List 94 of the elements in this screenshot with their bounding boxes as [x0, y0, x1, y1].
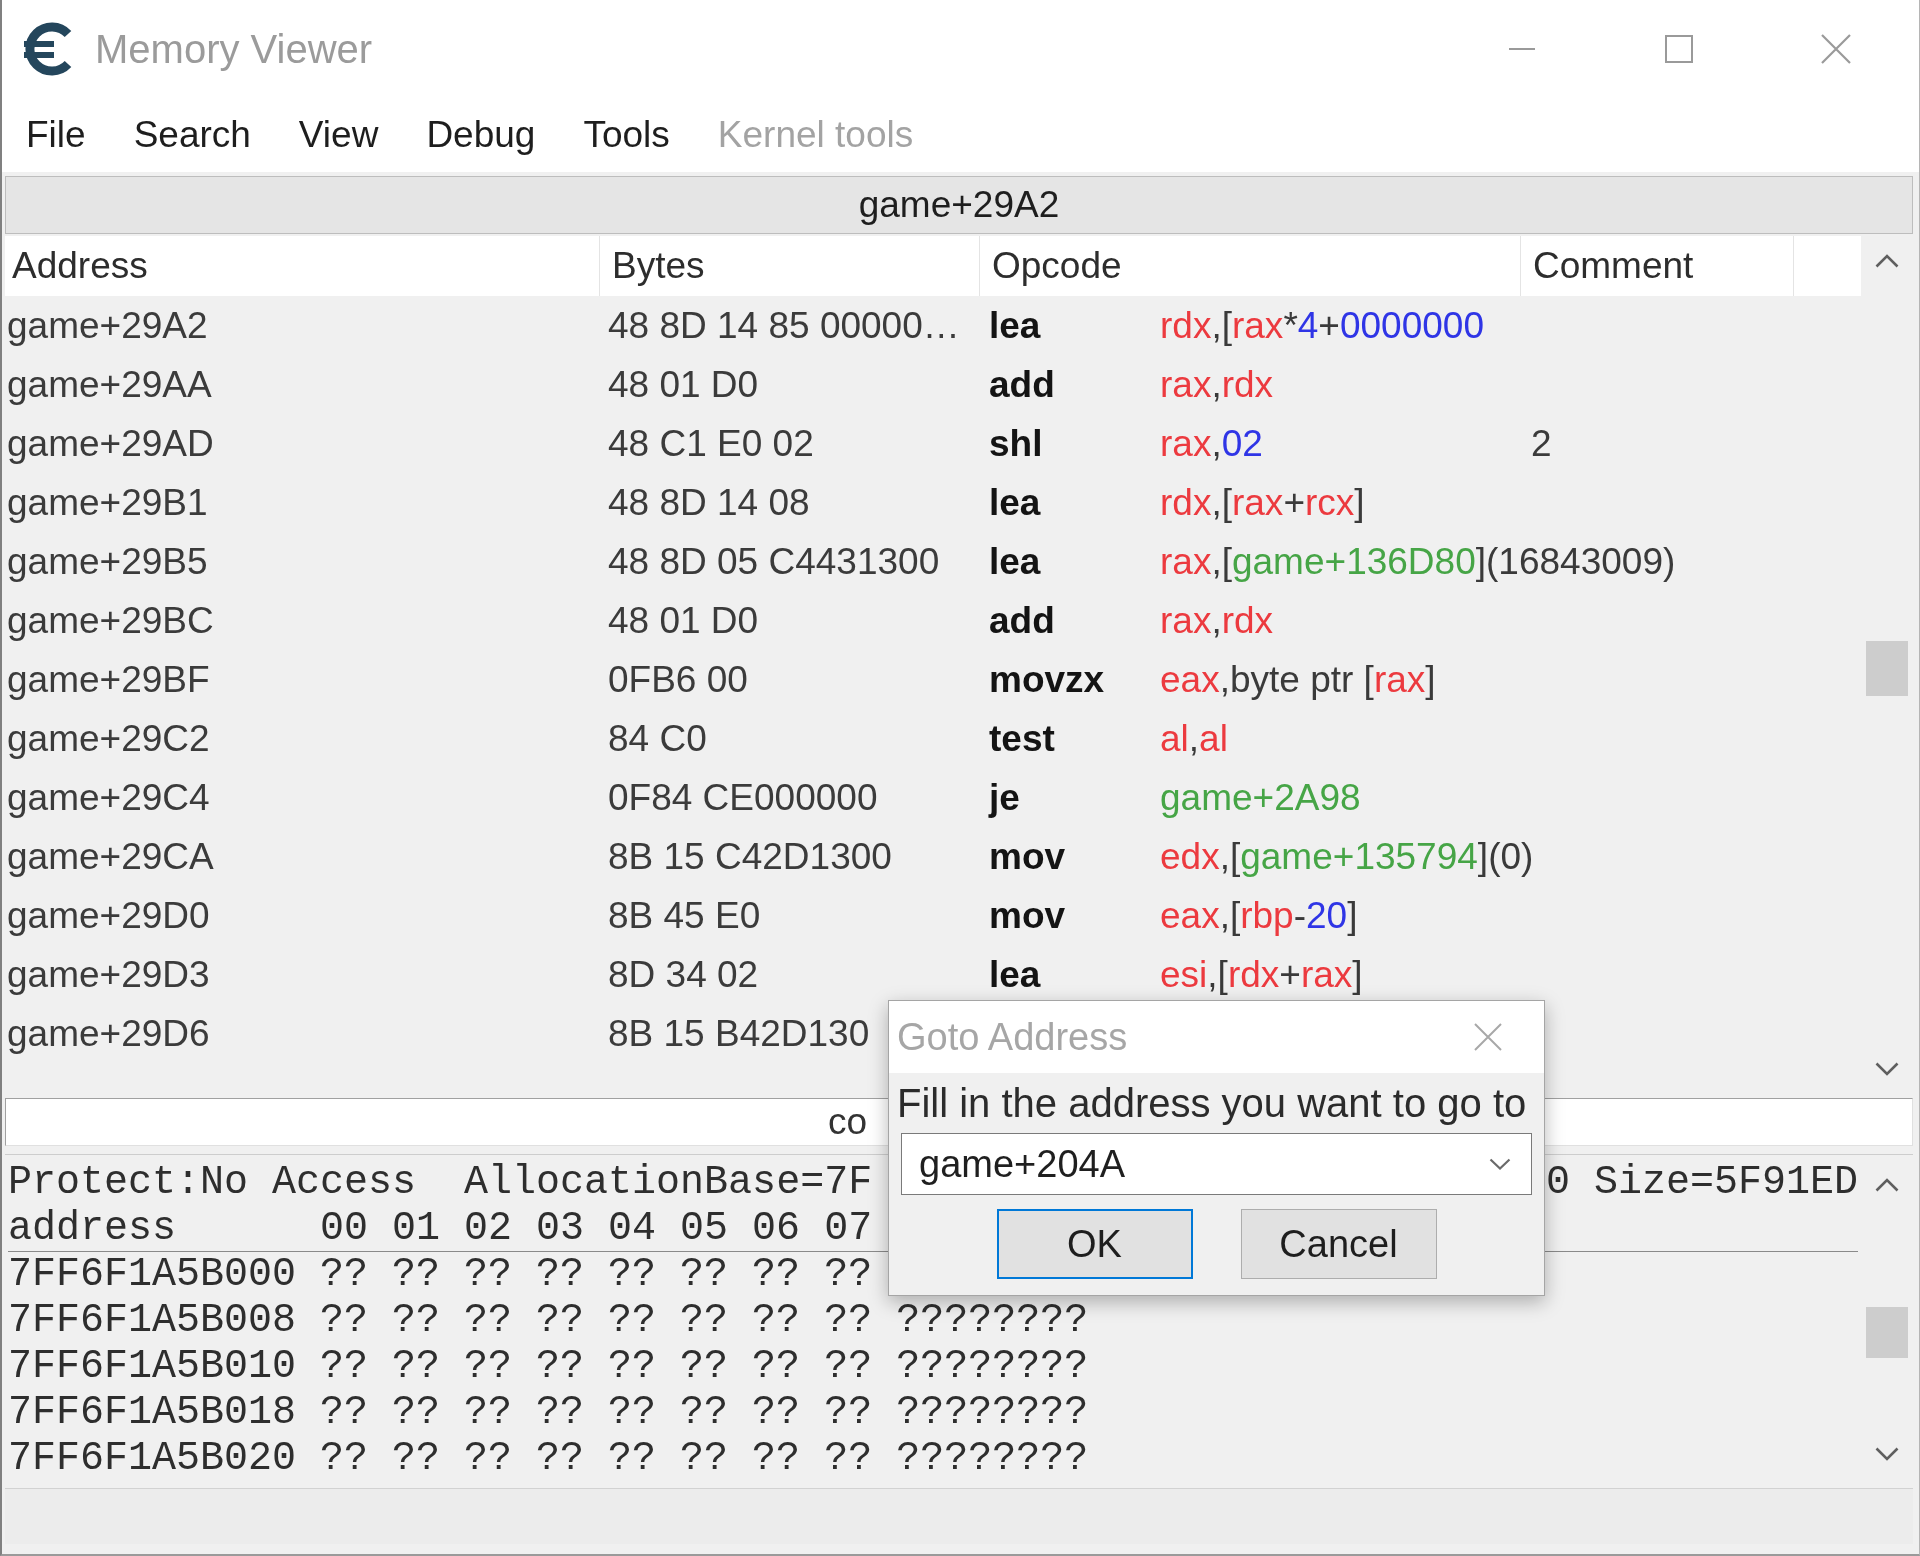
operands-cell: edx,[game+135794](0) [1160, 836, 1534, 877]
mnemonic-cell: shl [989, 423, 1043, 464]
hex-address-cell: 7FF6F1A5B018 [8, 1393, 297, 1433]
operands-cell: rax,rdx [1160, 364, 1274, 405]
menu-item[interactable]: View [274, 108, 403, 162]
address-cell: game+29AA [7, 364, 212, 405]
comment-cell: 2 [1531, 423, 1552, 464]
bytes-cell: 48 8D 14 85 00000… [608, 305, 960, 346]
hex-bytes-cell: ?? ?? ?? ?? ?? ?? ?? ?? [320, 1255, 873, 1295]
mnemonic-cell: lea [989, 482, 1041, 523]
mnemonic-cell: test [989, 718, 1055, 759]
hex-column-header: address [8, 1209, 177, 1249]
operands-cell: esi,[rdx+rax] [1160, 954, 1363, 995]
bytes-cell: 48 8D 05 C4431300 [608, 541, 940, 582]
bytes-cell: 0F84 CE000000 [608, 777, 878, 818]
address-cell: game+29A2 [7, 305, 208, 346]
close-icon[interactable] [1474, 1023, 1502, 1051]
bytes-cell: 84 C0 [608, 718, 707, 759]
bytes-cell: 48 01 D0 [608, 600, 759, 641]
address-cell: game+29D6 [7, 1013, 210, 1054]
operands-cell: eax,[rbp-20] [1160, 895, 1358, 936]
column-header[interactable]: Address [5, 236, 600, 296]
address-cell: game+29BC [7, 600, 214, 641]
operands-cell: rdx,[rax+rcx] [1160, 482, 1365, 523]
operands-cell: al,al [1160, 718, 1228, 759]
operands-cell: rax,rdx [1160, 600, 1274, 641]
hex-address-cell: 7FF6F1A5B000 [8, 1255, 297, 1295]
address-combobox[interactable]: game+204A [901, 1133, 1532, 1195]
address-header-bar: game+29A2 [5, 176, 1913, 234]
window-title: Memory Viewer [95, 26, 373, 72]
hex-bytes-cell: ?? ?? ?? ?? ?? ?? ?? ?? [320, 1301, 873, 1341]
bytes-cell: 8B 15 B42D130 [608, 1013, 870, 1054]
bytes-cell: 48 8D 14 08 [608, 482, 810, 523]
operands-cell: rax,[game+136D80](16843009) [1160, 541, 1676, 582]
hex-bytes-cell: ?? ?? ?? ?? ?? ?? ?? ?? [320, 1347, 873, 1387]
address-cell: game+29C2 [7, 718, 210, 759]
dialog-button[interactable]: OK [996, 1209, 1193, 1279]
address-cell: game+29CA [7, 836, 214, 877]
address-cell: game+29B1 [7, 482, 208, 523]
mnemonic-cell: add [989, 364, 1055, 405]
column-header[interactable]: Bytes [600, 236, 980, 296]
mnemonic-cell: movzx [989, 659, 1105, 700]
info-text: co [828, 1101, 868, 1143]
menu-item[interactable]: File [2, 108, 110, 162]
hex-info-text: Protect:No Access AllocationBase=7F [8, 1163, 873, 1203]
hex-address-cell: 7FF6F1A5B010 [8, 1347, 297, 1387]
hex-ascii-cell: ???????? [896, 1347, 1089, 1387]
chevron-down-icon[interactable] [1875, 1447, 1899, 1461]
chevron-up-icon[interactable] [1875, 254, 1899, 268]
hex-address-cell: 7FF6F1A5B020 [8, 1439, 297, 1479]
mnemonic-cell: lea [989, 541, 1041, 582]
hex-column-header: 00 01 02 03 04 05 06 07 [320, 1209, 873, 1249]
hex-ascii-cell: ???????? [896, 1439, 1089, 1479]
address-cell: game+29BF [7, 659, 210, 700]
hex-address-cell: 7FF6F1A5B008 [8, 1301, 297, 1341]
chevron-down-icon[interactable] [1875, 1062, 1899, 1076]
bytes-cell: 48 C1 E0 02 [608, 423, 814, 464]
bytes-cell: 0FB6 00 [608, 659, 748, 700]
column-header[interactable]: Opcode [980, 236, 1521, 296]
menu-item[interactable]: Search [109, 108, 275, 162]
hex-info-text: 0 Size=5F91ED [1545, 1163, 1858, 1203]
address-cell: game+29AD [7, 423, 214, 464]
operands-cell: rax,02 [1160, 423, 1263, 464]
bytes-cell: 8B 15 C42D1300 [608, 836, 892, 877]
scrollbar-thumb[interactable] [1866, 1307, 1908, 1358]
bytes-cell: 8B 45 E0 [608, 895, 761, 936]
hex-ascii-cell: ???????? [896, 1301, 1089, 1341]
menu-item[interactable]: Tools [559, 108, 694, 162]
operands-cell: rdx,[rax*4+0000000 [1160, 305, 1484, 346]
hex-bytes-cell: ?? ?? ?? ?? ?? ?? ?? ?? [320, 1393, 873, 1433]
hex-ascii-cell: ???????? [896, 1393, 1089, 1433]
operands-cell: game+2A98 [1160, 777, 1361, 818]
operands-cell: eax,byte ptr [rax] [1160, 659, 1436, 700]
mnemonic-cell: lea [989, 954, 1041, 995]
address-cell: game+29B5 [7, 541, 208, 582]
bytes-cell: 48 01 D0 [608, 364, 759, 405]
scrollbar-thumb[interactable] [1866, 641, 1908, 696]
address-cell: game+29D3 [7, 954, 210, 995]
mnemonic-cell: lea [989, 305, 1041, 346]
chevron-up-icon[interactable] [1875, 1178, 1899, 1192]
address-cell: game+29D0 [7, 895, 210, 936]
mnemonic-cell: je [989, 777, 1020, 818]
mnemonic-cell: mov [989, 895, 1066, 936]
hex-bytes-cell: ?? ?? ?? ?? ?? ?? ?? ?? [320, 1439, 873, 1479]
dialog-button[interactable]: Cancel [1240, 1209, 1437, 1279]
column-header[interactable]: Comment [1521, 236, 1794, 296]
dialog-title: Goto Address [897, 1015, 1128, 1059]
menu-item[interactable]: Debug [402, 108, 560, 162]
bytes-cell: 8D 34 02 [608, 954, 759, 995]
mnemonic-cell: mov [989, 836, 1066, 877]
chevron-down-icon[interactable] [1489, 1158, 1511, 1170]
address-cell: game+29C4 [7, 777, 210, 818]
mnemonic-cell: add [989, 600, 1055, 641]
prompt-label: Fill in the address you want to go to [897, 1080, 1527, 1127]
